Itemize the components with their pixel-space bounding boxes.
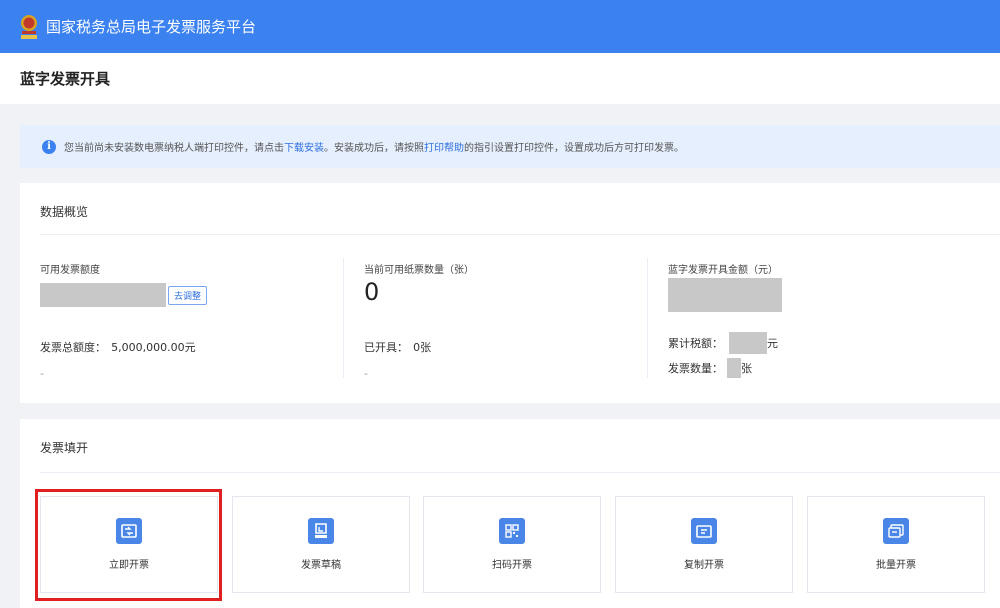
fill-title: 发票填开 — [40, 441, 89, 455]
batch-invoice-icon — [883, 518, 909, 544]
top-bar: 国家税务总局电子发票服务平台 — [0, 0, 1000, 53]
issue-now-highlight — [35, 489, 222, 601]
scan-issue-tile[interactable]: 扫码开票 — [423, 496, 601, 593]
notice-text-mid: 。安装成功后，请按照 — [324, 143, 424, 154]
print-control-notice: i 您当前尚未安装数电票纳税人端打印控件，请点击 下载安装 。安装成功后，请按照 打印… — [20, 125, 1000, 168]
tax-total-masked — [729, 332, 767, 354]
paper-invoice-section: 当前可用纸票数量（张） 0 已开具： 0张 - — [343, 258, 623, 380]
total-quota-label: 发票总额度： — [40, 341, 106, 354]
available-quota-label: 可用发票额度 — [40, 265, 100, 276]
issued-value: 0张 — [413, 341, 432, 354]
paper-count-value: 0 — [364, 278, 380, 306]
info-icon: i — [42, 139, 56, 154]
copy-issue-tile[interactable]: 复制开票 — [615, 496, 793, 593]
page-title: 蓝字发票开具 — [20, 70, 111, 88]
scan-issue-label: 扫码开票 — [492, 560, 532, 571]
notice-text-after: 的指引设置打印控件，设置成功后方可打印发票。 — [464, 143, 684, 154]
qr-code-icon — [499, 518, 525, 544]
invoice-draft-label: 发票草稿 — [301, 560, 341, 571]
notice-text-before: 您当前尚未安装数电票纳税人端打印控件，请点击 — [64, 143, 284, 154]
blue-invoice-amount-section: 蓝字发票开具金额（元） 累计税额： 元 发票数量： 张 — [647, 258, 987, 378]
app-title: 国家税务总局电子发票服务平台 — [46, 18, 257, 36]
batch-issue-label: 批量开票 — [876, 560, 916, 571]
issued-label: 已开具： — [364, 341, 408, 354]
fill-divider — [40, 472, 1000, 473]
print-help-link[interactable]: 打印帮助 — [424, 139, 464, 154]
invoice-draft-tile[interactable]: 发票草稿 — [232, 496, 410, 593]
available-quota-section: 可用发票额度 去调整 发票总额度： 5,000,000.00元 - — [40, 258, 320, 380]
tax-total-label: 累计税额： — [668, 337, 723, 350]
count-unit: 张 — [741, 362, 752, 375]
overview-divider — [40, 234, 1000, 235]
download-install-link[interactable]: 下载安装 — [284, 139, 324, 154]
tax-unit: 元 — [767, 337, 778, 350]
batch-issue-tile[interactable]: 批量开票 — [807, 496, 985, 593]
invoice-count-label: 发票数量： — [668, 362, 723, 375]
copy-issue-label: 复制开票 — [684, 560, 724, 571]
blue-amount-masked — [668, 278, 782, 312]
data-overview-card: 数据概览 可用发票额度 去调整 发票总额度： 5,000,000.00元 - 当… — [20, 183, 1000, 403]
quota-dash: - — [40, 367, 44, 380]
paper-dash: - — [364, 367, 368, 380]
adjust-quota-button[interactable]: 去调整 — [168, 285, 208, 305]
invoice-draft-icon — [308, 518, 334, 544]
page-header: 蓝字发票开具 — [0, 53, 1000, 104]
total-quota-value: 5,000,000.00元 — [111, 341, 196, 354]
tax-emblem-icon — [18, 13, 40, 41]
copy-invoice-icon — [691, 518, 717, 544]
overview-title: 数据概览 — [40, 205, 89, 219]
invoice-count-masked — [727, 358, 741, 378]
available-quota-masked — [40, 283, 166, 307]
blue-amount-label: 蓝字发票开具金额（元） — [668, 265, 778, 276]
paper-count-label: 当前可用纸票数量（张） — [364, 265, 474, 276]
